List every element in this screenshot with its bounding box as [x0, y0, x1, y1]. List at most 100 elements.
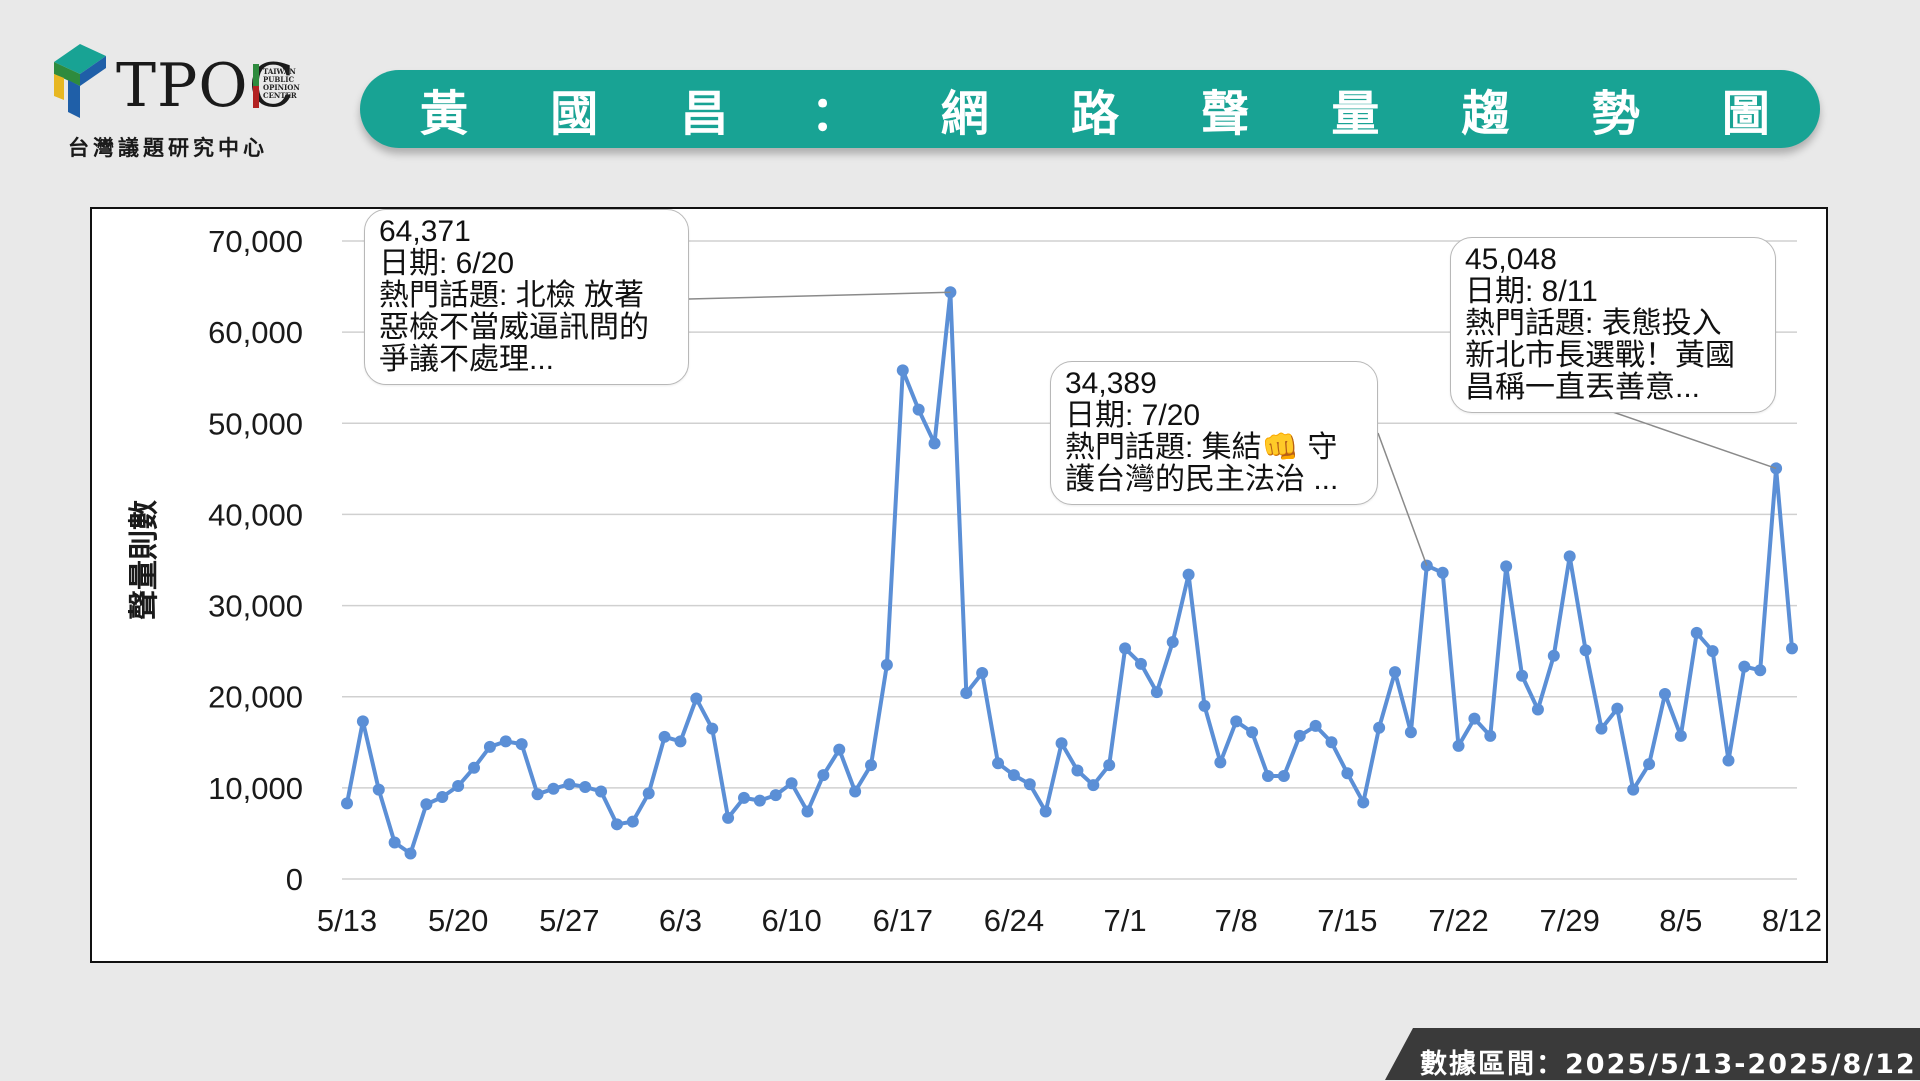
callout-line: 日期: 7/20 — [1065, 399, 1201, 432]
data-point — [1293, 729, 1306, 742]
data-point — [1373, 721, 1386, 734]
data-point — [1119, 642, 1132, 655]
data-point — [1531, 703, 1544, 716]
callout-leader-line — [688, 291, 951, 300]
data-point — [515, 738, 528, 751]
x-tick-label: 7/22 — [1428, 903, 1488, 938]
data-point — [452, 780, 465, 793]
data-point — [769, 789, 782, 802]
data-point — [1007, 769, 1020, 782]
data-point — [1103, 759, 1116, 772]
data-point — [1023, 778, 1036, 791]
y-tick-label: 20,000 — [208, 680, 303, 715]
logo-small-line: CENTER — [263, 91, 297, 100]
data-point — [1674, 729, 1687, 742]
data-point — [1452, 739, 1465, 752]
data-point — [1722, 754, 1735, 767]
x-tick-label: 8/5 — [1659, 903, 1702, 938]
data-point — [1579, 644, 1592, 657]
x-tick-label: 7/15 — [1317, 903, 1377, 938]
data-point — [579, 780, 592, 793]
title-char: 黃 — [420, 86, 469, 142]
data-point — [547, 782, 560, 795]
y-tick-label: 60,000 — [208, 315, 303, 350]
data-point — [1658, 687, 1671, 700]
data-point — [1357, 796, 1370, 809]
data-point — [912, 403, 925, 416]
data-point — [1341, 767, 1354, 780]
tpoc-cube-icon — [54, 44, 106, 118]
y-axis-title: 聲量則數 — [127, 500, 162, 620]
logo-chinese-name: 台灣議題研究中心 — [68, 136, 268, 160]
data-point — [1246, 726, 1259, 739]
logo-english-name: TAIWAN PUBLIC OPINION CENTER — [253, 64, 303, 124]
chart-panel: 0 10,000 20,000 30,000 40,000 50,000 60,000 70,… — [90, 207, 1828, 963]
data-point — [436, 790, 449, 803]
callout-line: 惡檢不當威逼訊問的 — [379, 311, 649, 344]
callout-line: 熱門話題: 表態投入 — [1465, 307, 1722, 340]
callout-line: 熱門話題: 北檢 放著 — [379, 279, 645, 312]
callout-line: 熱門話題: 集結👊 守 — [1065, 431, 1338, 464]
data-point — [1420, 559, 1433, 572]
title-char: 國 — [550, 86, 599, 142]
data-point — [1166, 636, 1179, 649]
data-point — [1643, 758, 1656, 771]
y-tick-label: 40,000 — [208, 497, 303, 532]
callout-value: 34,389 — [1065, 367, 1157, 400]
data-point — [1738, 660, 1751, 673]
data-point — [388, 836, 401, 849]
title-char: 聲 — [1201, 86, 1250, 142]
title-char: 量 — [1331, 86, 1380, 142]
data-point — [785, 777, 798, 790]
callout-line: 爭議不處理... — [379, 343, 555, 376]
page-title: 黃 國 昌 ： 網 路 聲 量 趨 勢 圖 — [360, 70, 1820, 148]
title-char: 勢 — [1591, 86, 1640, 142]
data-point — [928, 437, 941, 450]
data-point — [468, 761, 481, 774]
callout-line: 日期: 6/20 — [379, 247, 515, 280]
data-point — [817, 769, 830, 782]
title-char: 網 — [940, 86, 989, 142]
x-tick-label: 7/8 — [1215, 903, 1258, 938]
data-point — [1786, 642, 1798, 655]
data-point — [1563, 550, 1576, 563]
data-point — [1627, 783, 1640, 796]
callout-line: 昌稱一直丟善意... — [1465, 371, 1701, 404]
annotation-callout: 45,048 日期: 8/11 熱門話題: 表態投入 新北市長選戰！黃國 昌稱一直丟善意… — [1450, 237, 1776, 413]
callout-line: 日期: 8/11 — [1465, 275, 1598, 308]
data-point — [1325, 736, 1338, 749]
data-point — [1134, 657, 1147, 670]
data-point — [483, 740, 496, 753]
data-point — [865, 759, 878, 772]
data-point — [737, 791, 750, 804]
data-point — [1611, 702, 1624, 715]
title-char: 圖 — [1721, 86, 1770, 142]
x-tick-label: 6/10 — [761, 903, 821, 938]
y-tick-label: 70,000 — [208, 224, 303, 259]
data-point — [1055, 737, 1068, 750]
title-char: 趨 — [1461, 86, 1510, 142]
data-point — [404, 847, 417, 860]
data-point — [642, 787, 655, 800]
title-banner: 黃 國 昌 ： 網 路 聲 量 趨 勢 圖 — [360, 70, 1820, 148]
data-point — [992, 757, 1005, 770]
title-char: ： — [810, 86, 859, 142]
data-point — [690, 692, 703, 705]
y-tick-label: 10,000 — [208, 771, 303, 806]
data-point — [1087, 779, 1100, 792]
data-point — [1484, 729, 1497, 742]
callout-value: 45,048 — [1465, 243, 1557, 276]
data-point — [722, 811, 735, 824]
data-point — [706, 722, 719, 735]
data-point — [1547, 649, 1560, 662]
data-point — [753, 794, 766, 807]
data-point — [880, 658, 893, 671]
data-point — [976, 667, 989, 680]
data-point — [1230, 715, 1243, 728]
data-point — [531, 788, 544, 801]
annotation-callout: 34,389 日期: 7/20 熱門話題: 集結👊 守護台灣的民主法治 ... — [1050, 361, 1378, 505]
data-point — [1261, 770, 1274, 783]
data-point — [499, 735, 512, 748]
data-point — [356, 715, 369, 728]
data-point — [341, 797, 353, 810]
